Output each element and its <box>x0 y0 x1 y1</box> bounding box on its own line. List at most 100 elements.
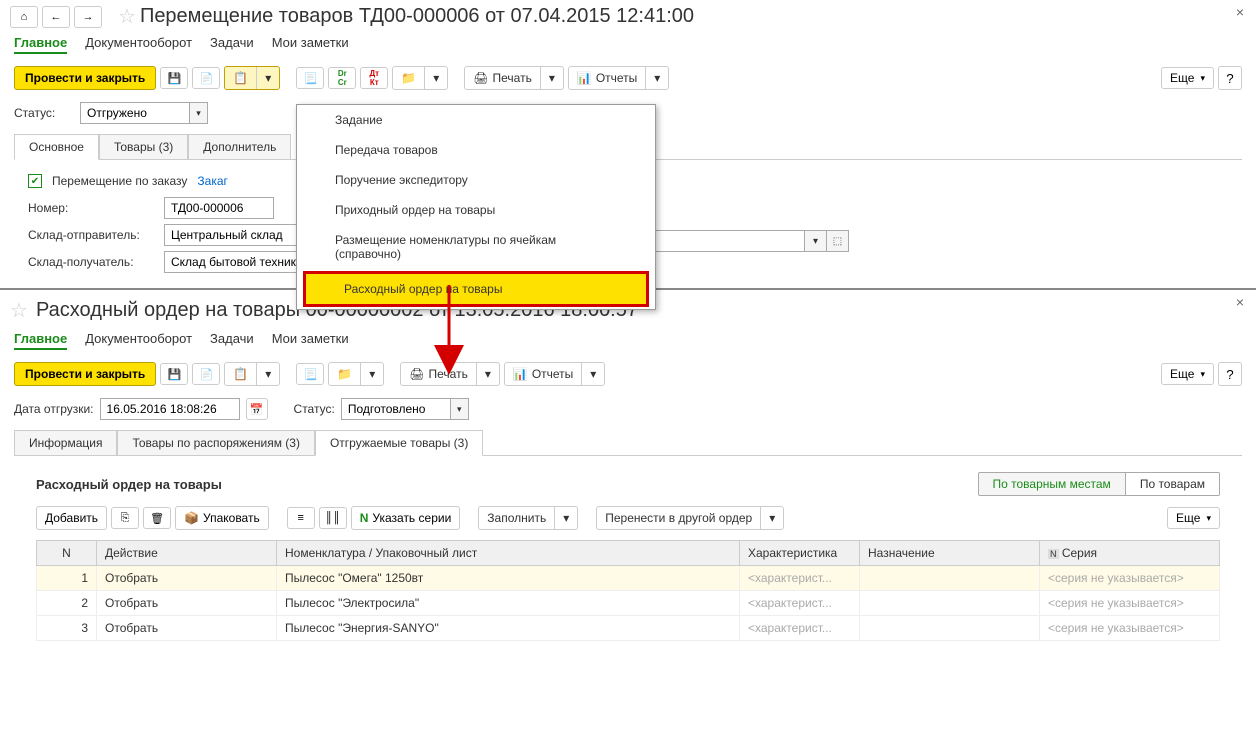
dropdown-arrow-icon[interactable]: ▾ <box>476 363 499 385</box>
table-row[interactable]: 2 Отобрать Пылесос "Электросила" <характ… <box>37 591 1220 616</box>
toggle-by-goods[interactable]: По товарам <box>1125 473 1219 495</box>
post-icon[interactable]: 📄 <box>192 363 220 385</box>
open-icon[interactable]: ⬚ <box>827 230 849 252</box>
nav-main[interactable]: Главное <box>14 329 67 350</box>
back-icon[interactable]: ← <box>42 6 70 28</box>
table-row[interactable]: 1 Отобрать Пылесос "Омега" 1250вт <харак… <box>37 566 1220 591</box>
attach-button[interactable]: 📁 ▾ <box>328 362 384 386</box>
col-n[interactable]: N <box>37 541 97 566</box>
dropdown-arrow-icon[interactable]: ▾ <box>581 363 604 385</box>
pack-button[interactable]: 📦 Упаковать <box>175 506 269 530</box>
dtkt-icon[interactable]: ДтКт <box>360 67 388 89</box>
dropdown-arrow-icon[interactable]: ▾ <box>540 67 563 89</box>
menu-item-transfer[interactable]: Передача товаров <box>297 135 655 165</box>
nav-main[interactable]: Главное <box>14 33 67 54</box>
tab-info[interactable]: Информация <box>14 430 117 456</box>
dropdown-arrow-icon[interactable]: ▾ <box>256 363 279 385</box>
checkbox-label: Перемещение по заказу <box>52 174 187 188</box>
post-close-button[interactable]: Провести и закрыть <box>14 362 156 386</box>
menu-item-expense-order[interactable]: Расходный ордер на товары <box>306 274 646 304</box>
dtcr-icon[interactable]: DrCr <box>328 67 356 89</box>
dropdown-arrow-icon[interactable]: ▾ <box>256 67 279 89</box>
fill-label[interactable]: Заполнить <box>479 507 554 529</box>
dropdown-arrow-icon[interactable]: ▾ <box>360 363 383 385</box>
create-based-button[interactable]: 📋 ▾ <box>224 66 280 90</box>
save-icon[interactable]: 💾 <box>160 363 188 385</box>
create-based-icon[interactable]: 📋 <box>225 363 256 385</box>
col-nomenclature[interactable]: Номенклатура / Упаковочный лист <box>277 541 740 566</box>
tab-main[interactable]: Основное <box>14 134 99 160</box>
col-characteristic[interactable]: Характеристика <box>740 541 860 566</box>
favorite-icon[interactable]: ☆ <box>10 298 28 323</box>
series-button[interactable]: N Указать серии <box>351 506 461 530</box>
print-button[interactable]: 🖨Печать ▾ <box>400 362 500 386</box>
copy-icon[interactable]: ⎘ <box>111 507 139 529</box>
reports-button[interactable]: 📊Отчеты ▾ <box>504 362 605 386</box>
delete-icon[interactable]: 🗑 <box>143 507 171 529</box>
folder-icon[interactable]: 📁 <box>393 67 424 89</box>
menu-item-task[interactable]: Задание <box>297 105 655 135</box>
receiver-label: Склад-получатель: <box>28 255 158 269</box>
attach-button[interactable]: 📁 ▾ <box>392 66 448 90</box>
help-button[interactable]: ? <box>1218 66 1242 90</box>
create-based-button[interactable]: 📋 ▾ <box>224 362 280 386</box>
more-button[interactable]: Еще <box>1161 363 1214 385</box>
close-icon[interactable]: × <box>1236 294 1244 310</box>
tab-order-goods[interactable]: Товары по распоряжениям (3) <box>117 430 314 456</box>
list-icon[interactable]: ≡ <box>287 507 315 529</box>
dropdown-arrow-icon[interactable]: ▾ <box>760 507 783 529</box>
nav-docflow[interactable]: Документооборот <box>85 33 192 54</box>
dropdown-arrow-icon[interactable]: ▾ <box>805 230 827 252</box>
move-button[interactable]: Перенести в другой ордер ▾ <box>596 506 784 530</box>
dropdown-arrow-icon[interactable]: ▾ <box>645 67 668 89</box>
more-button[interactable]: Еще <box>1161 67 1214 89</box>
fill-button[interactable]: Заполнить ▾ <box>478 506 578 530</box>
home-icon[interactable]: ⌂ <box>10 6 38 28</box>
nav-tasks[interactable]: Задачи <box>210 329 254 350</box>
barcode-icon[interactable]: ║║ <box>319 507 347 529</box>
folder-icon[interactable]: 📁 <box>329 363 360 385</box>
order-link[interactable]: Закаг <box>197 174 228 188</box>
help-button[interactable]: ? <box>1218 362 1242 386</box>
doc-icon[interactable]: 📃 <box>296 363 324 385</box>
col-action[interactable]: Действие <box>97 541 277 566</box>
toggle-by-places[interactable]: По товарным местам <box>979 473 1125 495</box>
forward-icon[interactable]: → <box>74 6 102 28</box>
tab-shipped-goods[interactable]: Отгружаемые товары (3) <box>315 430 483 456</box>
tab-goods[interactable]: Товары (3) <box>99 134 188 160</box>
favorite-icon[interactable]: ☆ <box>118 4 136 29</box>
nav-notes[interactable]: Мои заметки <box>272 329 349 350</box>
menu-item-receipt-order[interactable]: Приходный ордер на товары <box>297 195 655 225</box>
status-select[interactable] <box>80 102 190 124</box>
dropdown-arrow-icon[interactable]: ▾ <box>554 507 577 529</box>
col-purpose[interactable]: Назначение <box>860 541 1040 566</box>
add-button[interactable]: Добавить <box>36 506 107 530</box>
table-row[interactable]: 3 Отобрать Пылесос "Энергия-SANYO" <хара… <box>37 616 1220 641</box>
move-label[interactable]: Перенести в другой ордер <box>597 507 760 529</box>
table-more-button[interactable]: Еще <box>1167 507 1220 529</box>
create-based-icon[interactable]: 📋 <box>225 67 256 89</box>
dropdown-arrow-icon[interactable]: ▾ <box>424 67 447 89</box>
post-icon[interactable]: 📄 <box>192 67 220 89</box>
close-icon[interactable]: × <box>1236 4 1244 20</box>
nav-notes[interactable]: Мои заметки <box>272 33 349 54</box>
nav-tasks[interactable]: Задачи <box>210 33 254 54</box>
calendar-icon[interactable]: 📅 <box>246 398 268 420</box>
nav-docflow[interactable]: Документооборот <box>85 329 192 350</box>
status-select[interactable] <box>341 398 451 420</box>
col-series[interactable]: N Серия <box>1040 541 1220 566</box>
number-input[interactable] <box>164 197 274 219</box>
save-icon[interactable]: 💾 <box>160 67 188 89</box>
ship-date-input[interactable] <box>100 398 240 420</box>
print-button[interactable]: 🖨Печать ▾ <box>464 66 564 90</box>
dropdown-arrow-icon[interactable]: ▾ <box>190 102 208 124</box>
printer-icon: 🖨 <box>473 71 488 85</box>
doc-icon[interactable]: 📃 <box>296 67 324 89</box>
reports-button[interactable]: 📊Отчеты ▾ <box>568 66 669 90</box>
post-close-button[interactable]: Провести и закрыть <box>14 66 156 90</box>
menu-item-forwarder[interactable]: Поручение экспедитору <box>297 165 655 195</box>
dropdown-arrow-icon[interactable]: ▾ <box>451 398 469 420</box>
menu-item-placement[interactable]: Размещение номенклатуры по ячейкам (спра… <box>297 225 655 269</box>
tab-extra[interactable]: Дополнитель <box>188 134 291 160</box>
order-checkbox[interactable]: ✔ <box>28 174 42 188</box>
